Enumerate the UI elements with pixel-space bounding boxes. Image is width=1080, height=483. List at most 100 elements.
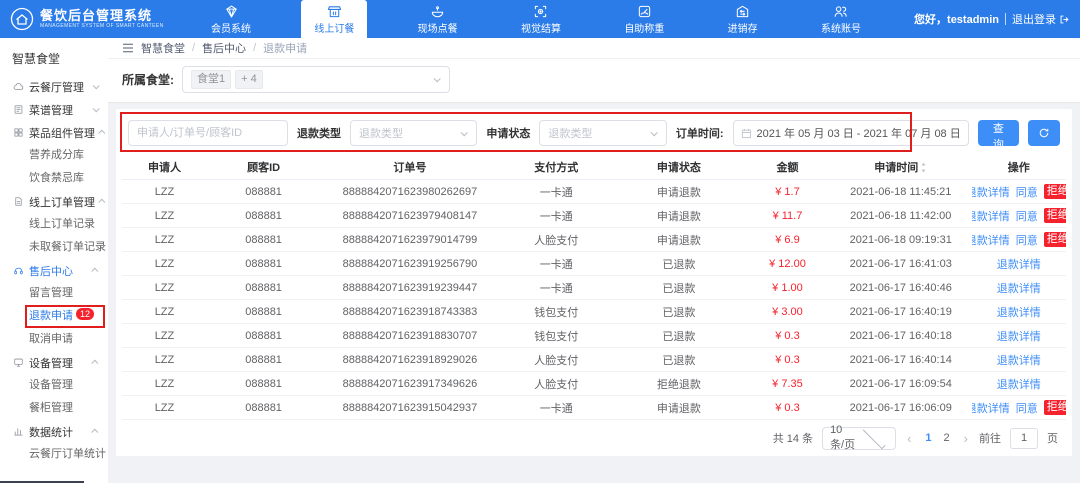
action-reject-link[interactable]: 拒绝 (1044, 232, 1066, 247)
search-button[interactable]: 查询 (978, 120, 1019, 146)
cell-applicant: LZZ (122, 210, 207, 222)
top-header: 餐饮后台管理系统 MANAGEMENT SYSTEM OF SMART CANT… (0, 0, 1080, 38)
action-detail-link[interactable]: 退款详情 (972, 208, 1010, 224)
action-detail-link[interactable]: 退款详情 (997, 304, 1041, 320)
nav-system-account[interactable]: 系统账号 (808, 0, 874, 38)
column-header: 申请状态 (613, 159, 745, 175)
sidebar-menu: 云餐厅管理 菜谱管理 菜品组件管理 营养成分库 饮食禁忌库 线上订单管理 线上订… (0, 75, 108, 466)
action-detail-link[interactable]: 退款详情 (997, 328, 1041, 344)
action-approve-link[interactable]: 同意 (1016, 208, 1038, 224)
nav-label: 现场点餐 (418, 20, 458, 35)
action-reject-link[interactable]: 拒绝 (1044, 184, 1066, 199)
next-page-button[interactable]: › (962, 431, 970, 446)
cell-payment: 一卡通 (500, 400, 613, 416)
sidebar-group[interactable]: 菜谱管理 (0, 98, 108, 121)
sidebar-item[interactable]: 留言管理 (0, 282, 108, 305)
cell-actions: 退款详情 (972, 328, 1066, 344)
action-detail-link[interactable]: 退款详情 (972, 184, 1010, 200)
nav-label: 系统账号 (821, 20, 861, 35)
nav-inventory[interactable]: 进销存 (715, 0, 771, 38)
scan-icon (533, 4, 548, 19)
action-detail-link[interactable]: 退款详情 (997, 376, 1041, 392)
sidebar-item[interactable]: 未取餐订单记录 (0, 236, 108, 259)
action-detail-link[interactable]: 退款详情 (997, 256, 1041, 272)
cell-applicant: LZZ (122, 330, 207, 342)
prev-page-button[interactable]: ‹ (905, 431, 913, 446)
nav-member-system[interactable]: 会员系统 (198, 0, 264, 38)
cell-time: 2021-06-17 16:40:46 (830, 282, 972, 294)
page-size-select[interactable]: 10条/页 (822, 427, 896, 450)
sidebar-item[interactable]: 设备管理 (0, 374, 108, 397)
cell-payment: 钱包支付 (500, 328, 613, 344)
sidebar-group[interactable]: 云餐厅管理 (0, 75, 108, 98)
sidebar-item[interactable]: 营养成分库 (0, 144, 108, 167)
logout-button[interactable]: 退出登录 (1012, 11, 1070, 27)
refund-type-select[interactable]: 退款类型 (350, 120, 477, 146)
breadcrumb-item[interactable]: 智慧食堂 (141, 40, 185, 56)
order-time-value: 2021 年 05 月 03 日 - 2021 年 07 月 08 日 (757, 125, 961, 141)
apply-status-select[interactable]: 退款类型 (539, 120, 666, 146)
nav-self-weigh[interactable]: 自助称重 (611, 0, 677, 38)
nav-online-order[interactable]: 线上订餐 (301, 0, 367, 38)
nav-label: 视觉结算 (521, 20, 561, 35)
cell-amount: ¥ 0.3 (745, 402, 830, 414)
top-nav: 会员系统 线上订餐 现场点餐 视觉结算 自助称重 进销存 系统账号 (198, 0, 914, 38)
action-detail-link[interactable]: 退款详情 (997, 352, 1041, 368)
sidebar-group[interactable]: 菜品组件管理 (0, 121, 108, 144)
cell-amount: ¥ 7.35 (745, 378, 830, 390)
table-row: LZZ 088881 8888842071623918929026 人脸支付 已… (122, 348, 1066, 372)
action-approve-link[interactable]: 同意 (1016, 400, 1038, 416)
sidebar-group-label: 数据统计 (29, 424, 88, 440)
sidebar-item[interactable]: 退款申请12 (0, 305, 108, 328)
sidebar-item[interactable]: 取消申请 (0, 328, 108, 351)
action-detail-link[interactable]: 退款详情 (972, 400, 1010, 416)
page-number-1[interactable]: 1 (922, 432, 934, 444)
cell-amount: ¥ 1.00 (745, 282, 830, 294)
pagination: 共 14 条 10条/页 ‹ 12 › 前往 页 (122, 420, 1066, 456)
table-row: LZZ 088881 8888842071623919239447 一卡通 已退… (122, 276, 1066, 300)
column-header: 顾客ID (207, 159, 320, 175)
action-reject-link[interactable]: 拒绝 (1044, 208, 1066, 223)
stats-icon (13, 426, 24, 437)
sidebar-item[interactable]: 云餐厅订单统计 (0, 443, 108, 466)
chevron-down-icon (651, 129, 658, 136)
action-detail-link[interactable]: 退款详情 (972, 232, 1010, 248)
cell-applicant: LZZ (122, 306, 207, 318)
cell-order-no: 8888842071623979408147 (320, 210, 499, 222)
action-approve-link[interactable]: 同意 (1016, 184, 1038, 200)
sidebar-title: 智慧食堂 (0, 44, 108, 75)
cell-order-no: 8888842071623917349626 (320, 378, 499, 390)
sidebar-group[interactable]: 数据统计 (0, 420, 108, 443)
cell-applicant: LZZ (122, 282, 207, 294)
cell-order-no: 8888842071623980262697 (320, 186, 499, 198)
cell-status: 已退款 (613, 352, 745, 368)
column-header[interactable]: 申请时间 (830, 159, 972, 175)
order-time-range-picker[interactable]: 2021 年 05 月 03 日 - 2021 年 07 月 08 日 (733, 120, 969, 146)
refresh-icon (1038, 127, 1050, 139)
breadcrumb-item[interactable]: 售后中心 (202, 40, 246, 56)
collapse-menu-icon[interactable] (122, 43, 134, 53)
sort-icon[interactable] (920, 162, 927, 173)
nav-visual-settle[interactable]: 视觉结算 (508, 0, 574, 38)
sidebar-item[interactable]: 餐柜管理 (0, 397, 108, 420)
cell-customer-id: 088881 (207, 186, 320, 198)
sidebar-group[interactable]: 线上订单管理 (0, 190, 108, 213)
sidebar-item[interactable]: 线上订单记录 (0, 213, 108, 236)
keyword-input[interactable] (128, 120, 288, 146)
canteen-select[interactable]: 食堂1+ 4 (182, 66, 450, 93)
cell-customer-id: 088881 (207, 234, 320, 246)
goto-page-input[interactable] (1010, 428, 1038, 449)
refresh-button[interactable] (1028, 120, 1060, 146)
sidebar-group[interactable]: 售后中心 (0, 259, 108, 282)
user-greeting: 您好，testadmin (914, 11, 999, 27)
sidebar-item[interactable]: 饮食禁忌库 (0, 167, 108, 190)
action-approve-link[interactable]: 同意 (1016, 232, 1038, 248)
cell-order-no: 8888842071623918743383 (320, 306, 499, 318)
action-detail-link[interactable]: 退款详情 (997, 280, 1041, 296)
cell-status: 已退款 (613, 256, 745, 272)
cell-applicant: LZZ (122, 234, 207, 246)
nav-onsite-order[interactable]: 现场点餐 (405, 0, 471, 38)
sidebar-group[interactable]: 设备管理 (0, 351, 108, 374)
action-reject-link[interactable]: 拒绝 (1044, 400, 1066, 415)
page-number-2[interactable]: 2 (941, 432, 953, 444)
